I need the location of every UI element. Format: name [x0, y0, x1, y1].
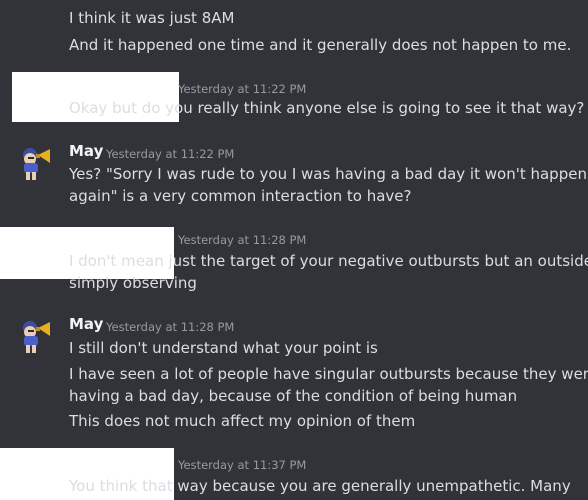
message-text: I don't mean just the target of your neg… — [69, 252, 588, 270]
message-text: I have seen a lot of people have singula… — [69, 365, 588, 383]
message-text: again" is a very common interaction to h… — [69, 187, 412, 205]
message-author[interactable]: May — [69, 315, 103, 333]
message-text: Yes? "Sorry I was rude to you I was havi… — [69, 165, 587, 183]
message-text: having a bad day, because of the conditi… — [69, 387, 518, 405]
message-text: I still don't understand what your point… — [69, 339, 378, 357]
avatar[interactable] — [16, 143, 56, 183]
message-text: I think it was just 8AM — [69, 9, 235, 27]
message-timestamp[interactable]: Yesterday at 11:28 PM — [178, 233, 306, 247]
avatar-image-icon — [23, 321, 50, 353]
avatar[interactable] — [16, 316, 56, 356]
message-text: Okay but do you really think anyone else… — [69, 99, 585, 117]
message-text: simply observing — [69, 274, 197, 292]
message-text: And it happened one time and it generall… — [69, 36, 572, 54]
message-author[interactable]: May — [69, 142, 103, 160]
message-text: This does not much affect my opinion of … — [69, 412, 416, 430]
message-timestamp[interactable]: Yesterday at 11:28 PM — [106, 320, 234, 334]
avatar-image-icon — [23, 148, 50, 180]
message-timestamp[interactable]: Yesterday at 11:37 PM — [178, 458, 306, 472]
message-timestamp[interactable]: Yesterday at 11:22 PM — [106, 147, 234, 161]
message-text: You think that way because you are gener… — [69, 477, 571, 495]
message-timestamp[interactable]: Yesterday at 11:22 PM — [178, 82, 306, 96]
